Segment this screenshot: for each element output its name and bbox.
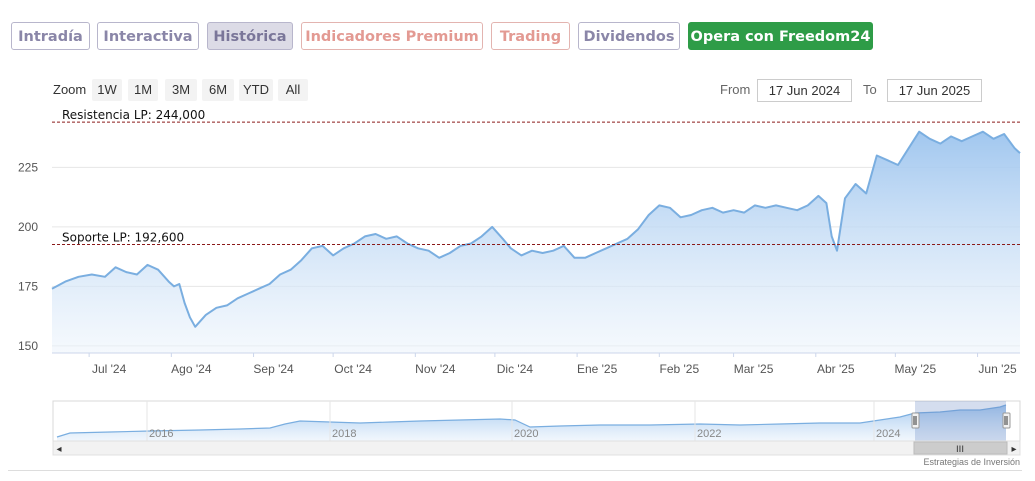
y-tick-label: 200: [18, 220, 38, 234]
navigator-year-label: 2022: [697, 428, 721, 440]
navigator[interactable]: 2016 2018 2020 2022 2024 III ◂ ▸: [52, 400, 1021, 456]
navigator-year-label: 2016: [149, 428, 173, 440]
x-tick-label: Mar '25: [734, 362, 774, 376]
scrollbar-grip-icon: III: [956, 445, 964, 455]
level-label: Resistencia LP: 244,000: [62, 108, 205, 122]
x-tick-label: Dic '24: [497, 362, 534, 376]
x-axis: Jul '24 Ago '24 Sep '24 Oct '24 Nov '24 Dic '…: [52, 352, 1020, 376]
navigator-year-label: 2018: [332, 428, 356, 440]
x-tick-label: Jul '24: [92, 362, 127, 376]
navigator-year-label: 2024: [876, 428, 900, 440]
x-tick-label: Ago '24: [171, 362, 212, 376]
y-axis: 150 175 200 225: [18, 160, 38, 352]
chart-credit: Estrategias de Inversión: [923, 457, 1020, 467]
scroll-right-arrow-icon[interactable]: ▸: [1011, 444, 1016, 455]
x-tick-label: Abr '25: [817, 362, 855, 376]
x-tick-label: Nov '24: [415, 362, 456, 376]
x-tick-label: Ene '25: [577, 362, 618, 376]
scroll-left-arrow-icon[interactable]: ◂: [56, 444, 61, 455]
y-tick-label: 225: [18, 160, 38, 174]
bottom-divider: [8, 470, 1022, 471]
price-series: [51, 130, 1021, 353]
x-tick-label: Oct '24: [334, 362, 372, 376]
navigator-selection: [915, 401, 1006, 441]
x-tick-label: Jun '25: [978, 362, 1017, 376]
price-chart: Resistencia LP: 244,000 Soporte LP: 192,6…: [18, 108, 1021, 467]
x-tick-label: Feb '25: [659, 362, 699, 376]
scrollbar-track[interactable]: [52, 440, 1021, 456]
x-tick-label: Sep '24: [253, 362, 294, 376]
level-label: Soporte LP: 192,600: [62, 230, 184, 244]
y-tick-label: 175: [18, 279, 38, 293]
y-tick-label: 150: [18, 339, 38, 353]
navigator-year-label: 2020: [514, 428, 538, 440]
x-tick-label: May '25: [895, 362, 937, 376]
